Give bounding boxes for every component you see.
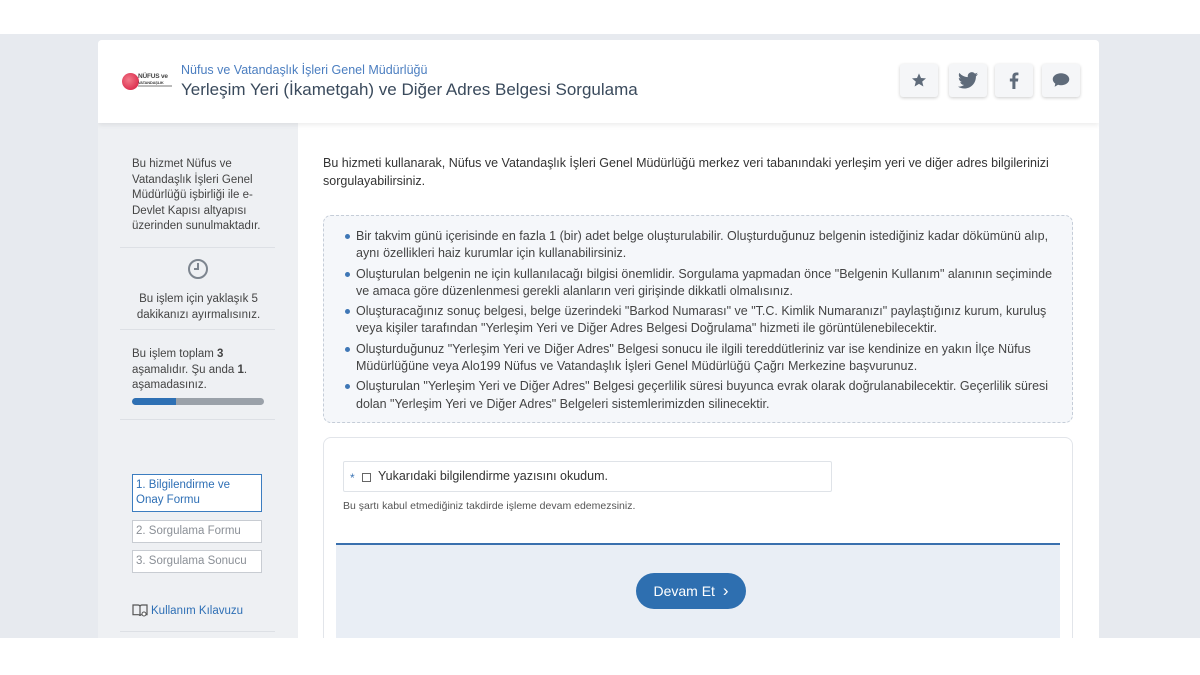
continue-button[interactable]: Devam Et › <box>636 573 746 609</box>
header: NÜFUS ve VATANDAŞLIK Nüfus ve Vatandaşlı… <box>98 40 1099 123</box>
divider <box>120 329 275 330</box>
facebook-icon <box>1009 72 1019 89</box>
info-item: Oluşturulan belgenin ne için kullanılaca… <box>345 266 1058 301</box>
divider <box>120 247 275 248</box>
logo-emblem <box>122 73 139 90</box>
bullet <box>345 271 350 277</box>
book-icon <box>132 604 148 617</box>
info-item: Oluşturacağınız sonuç belgesi, belge üze… <box>345 303 1058 338</box>
twitter-icon <box>958 72 978 89</box>
favorite-button[interactable] <box>900 64 938 97</box>
step-1-info-consent[interactable]: 1. Bilgilendirme ve Onay Formu <box>132 474 262 512</box>
consent-checkbox[interactable] <box>362 473 371 482</box>
consent-checkbox-label[interactable]: Yukarıdaki bilgilendirme yazısını okudum… <box>378 469 608 483</box>
info-item: Oluşturduğunuz "Yerleşim Yeri ve Diğer A… <box>345 341 1058 376</box>
consent-warning: Bu şartı kabul etmediğiniz takdirde işle… <box>343 500 636 512</box>
page-title: Yerleşim Yeri (İkametgah) ve Diğer Adres… <box>181 80 638 99</box>
service-provider-note: Bu hizmet Nüfus ve Vatandaşlık İşleri Ge… <box>132 158 261 232</box>
step-progress-bar <box>132 398 264 405</box>
bullet <box>345 384 350 390</box>
user-guide-link[interactable]: Kullanım Kılavuzu <box>132 603 243 617</box>
bullet <box>345 346 350 352</box>
sidebar: Bu hizmet Nüfus ve Vatandaşlık İşleri Ge… <box>98 123 298 638</box>
chat-icon <box>1052 73 1070 87</box>
step-3-query-result[interactable]: 3. Sorgulama Sonucu <box>132 550 262 573</box>
twitter-share-button[interactable] <box>949 64 987 97</box>
nvi-logo: NÜFUS ve VATANDAŞLIK <box>122 71 174 91</box>
clock-icon <box>188 259 208 279</box>
info-item: Bir takvim günü içerisinde en fazla 1 (b… <box>345 228 1058 263</box>
chevron-right-icon: › <box>722 581 729 600</box>
main-content: Bu hizmeti kullanarak, Nüfus ve Vatandaş… <box>298 123 1099 638</box>
estimated-time-note: Bu işlem için yaklaşık 5 dakikanızı ayır… <box>136 293 261 321</box>
star-icon <box>912 73 926 87</box>
divider <box>120 419 275 420</box>
service-card: NÜFUS ve VATANDAŞLIK Nüfus ve Vatandaşlı… <box>98 40 1099 638</box>
logo-underline <box>138 85 172 87</box>
facebook-share-button[interactable] <box>995 64 1033 97</box>
progress-fill <box>132 398 176 405</box>
step-status: Bu işlem toplam 3 aşamalıdır. Şu anda 1.… <box>132 348 248 391</box>
info-box: Bir takvim günü içerisinde en fazla 1 (b… <box>323 215 1073 423</box>
service-description: Bu hizmeti kullanarak, Nüfus ve Vatandaş… <box>323 156 1049 188</box>
bullet <box>345 309 350 315</box>
feedback-button[interactable] <box>1042 64 1080 97</box>
form-actions: Devam Et › <box>336 543 1060 638</box>
bullet <box>345 234 350 239</box>
consent-checkbox-row[interactable]: * Yukarıdaki bilgilendirme yazısını okud… <box>343 461 832 492</box>
divider <box>120 631 275 632</box>
institution-name[interactable]: Nüfus ve Vatandaşlık İşleri Genel Müdürl… <box>181 63 427 77</box>
step-2-query-form[interactable]: 2. Sorgulama Formu <box>132 520 262 543</box>
info-list: Bir takvim günü içerisinde en fazla 1 (b… <box>345 228 1058 413</box>
info-item: Oluşturulan "Yerleşim Yeri ve Diğer Adre… <box>345 378 1058 413</box>
consent-form: * Yukarıdaki bilgilendirme yazısını okud… <box>323 437 1073 638</box>
required-marker: * <box>350 471 355 485</box>
